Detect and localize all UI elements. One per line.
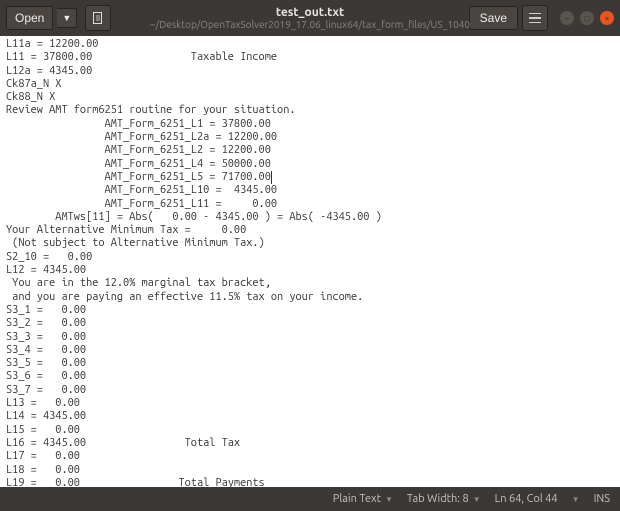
editor-line: S3_3 = 0.00 <box>6 331 614 344</box>
syntax-mode-selector[interactable]: Plain Text▼ <box>333 493 393 505</box>
statusbar: Plain Text▼ Tab Width: 8▼ Ln 64, Col 44 … <box>0 487 620 511</box>
editor-line: L14 = 4345.00 <box>6 410 614 423</box>
insert-mode-indicator[interactable]: INS <box>594 493 610 505</box>
chevron-down-icon: ▼ <box>473 495 481 504</box>
editor-line: AMT_Form_6251_L4 = 50000.00 <box>6 158 614 171</box>
editor-line: AMT_Form_6251_L2a = 12200.00 <box>6 131 614 144</box>
editor-line: L16 = 4345.00 Total Tax <box>6 437 614 450</box>
minimize-button[interactable]: – <box>560 11 574 25</box>
editor-line: L11 = 37800.00 Taxable Income <box>6 51 614 64</box>
hamburger-menu-button[interactable] <box>522 5 548 31</box>
editor-line: AMT_Form_6251_L11 = 0.00 <box>6 198 614 211</box>
editor-line: AMT_Form_6251_L10 = 4345.00 <box>6 184 614 197</box>
tab-width-selector[interactable]: Tab Width: 8▼ <box>407 493 481 505</box>
maximize-button[interactable]: □ <box>580 11 594 25</box>
text-editor-area[interactable]: L11a = 12200.00L11 = 37800.00 Taxable In… <box>0 36 620 487</box>
editor-line: You are in the 12.0% marginal tax bracke… <box>6 277 614 290</box>
editor-line: AMT_Form_6251_L1 = 37800.00 <box>6 118 614 131</box>
titlebar: Open ▼ test_out.txt ~/Desktop/OpenTaxSol… <box>0 0 620 36</box>
open-dropdown-arrow[interactable]: ▼ <box>57 8 77 28</box>
editor-line: L12 = 4345.00 <box>6 264 614 277</box>
cursor-position-selector[interactable]: Ln 64, Col 44 ▼ <box>495 493 580 505</box>
editor-line: L11a = 12200.00 <box>6 38 614 51</box>
editor-line: S3_1 = 0.00 <box>6 304 614 317</box>
editor-line: and you are paying an effective 11.5% ta… <box>6 291 614 304</box>
new-document-icon <box>91 11 105 25</box>
editor-line: L12a = 4345.00 <box>6 65 614 78</box>
editor-line: Your Alternative Minimum Tax = 0.00 <box>6 224 614 237</box>
chevron-down-icon: ▼ <box>385 495 393 504</box>
open-button[interactable]: Open <box>6 6 53 30</box>
editor-line: AMTws[11] = Abs( 0.00 - 4345.00 ) = Abs(… <box>6 211 614 224</box>
save-button[interactable]: Save <box>469 6 518 30</box>
new-document-button[interactable] <box>85 5 111 31</box>
editor-line: L13 = 0.00 <box>6 397 614 410</box>
editor-line: S3_7 = 0.00 <box>6 384 614 397</box>
editor-line: L15 = 0.00 <box>6 424 614 437</box>
editor-line: AMT_Form_6251_L2 = 12200.00 <box>6 144 614 157</box>
editor-line: AMT_Form_6251_L5 = 71700.00 <box>6 171 614 184</box>
editor-line: L18 = 0.00 <box>6 464 614 477</box>
editor-line: (Not subject to Alternative Minimum Tax.… <box>6 237 614 250</box>
editor-line: S3_4 = 0.00 <box>6 344 614 357</box>
editor-line: S3_6 = 0.00 <box>6 370 614 383</box>
editor-line: L17 = 0.00 <box>6 450 614 463</box>
editor-line: L19 = 0.00 Total Payments <box>6 477 614 487</box>
close-button[interactable]: × <box>600 11 614 25</box>
editor-line: Ck87a_N X <box>6 78 614 91</box>
hamburger-icon <box>529 13 541 15</box>
editor-line: Ck88_N X <box>6 91 614 104</box>
editor-line: S2_10 = 0.00 <box>6 251 614 264</box>
editor-line: S3_5 = 0.00 <box>6 357 614 370</box>
editor-line: Review AMT form6251 routine for your sit… <box>6 104 614 117</box>
chevron-down-icon: ▼ <box>572 495 580 504</box>
editor-line: S3_2 = 0.00 <box>6 317 614 330</box>
